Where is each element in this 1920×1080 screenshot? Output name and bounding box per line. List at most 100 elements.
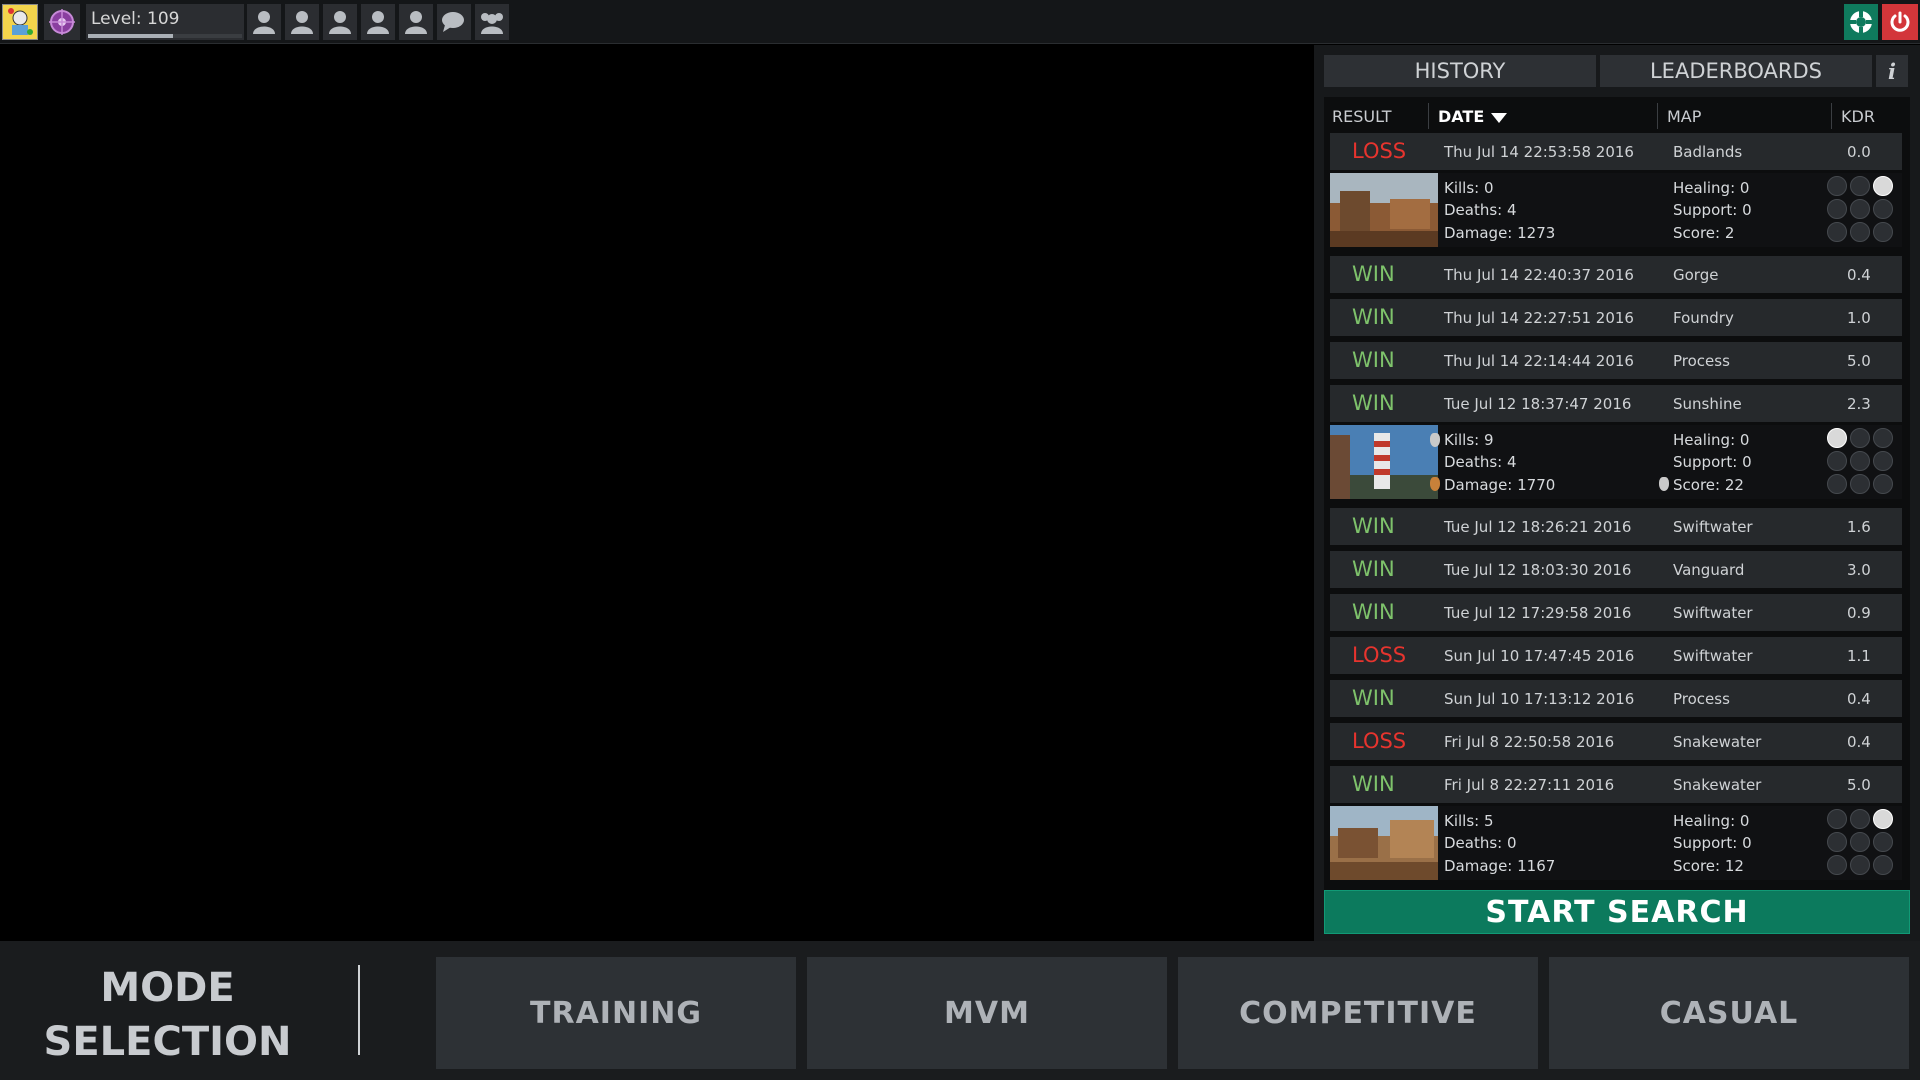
table-row[interactable]: WIN Thu Jul 14 22:14:44 2016 Process 5.0 <box>1330 342 1902 379</box>
column-kdr[interactable]: KDR <box>1841 107 1875 126</box>
stat-kills: Kills: 5 <box>1444 812 1494 830</box>
table-row[interactable]: WIN Tue Jul 12 18:03:30 2016 Vanguard 3.0 <box>1330 551 1902 588</box>
match-result: WIN <box>1352 772 1395 796</box>
tab-history[interactable]: HISTORY <box>1324 55 1596 87</box>
match-date: Thu Jul 14 22:40:37 2016 <box>1444 266 1634 284</box>
match-history-panel: HISTORY LEADERBOARDS i RESULT DATE MAP K… <box>1314 45 1920 941</box>
class-icon <box>1827 832 1847 852</box>
match-result: WIN <box>1352 262 1395 286</box>
class-grid <box>1827 428 1895 496</box>
table-row[interactable]: LOSS Fri Jul 8 22:50:58 2016 Snakewater 0.4 <box>1330 723 1902 760</box>
rank-badge-icon[interactable] <box>44 4 80 40</box>
table-row[interactable]: WIN Tue Jul 12 17:29:58 2016 Swiftwater 0.9 <box>1330 594 1902 631</box>
match-kdr: 5.0 <box>1847 352 1871 370</box>
sort-descending-icon <box>1490 112 1507 123</box>
class-icon <box>1850 222 1870 242</box>
class-icon <box>1850 809 1870 829</box>
map-thumbnail <box>1330 806 1438 880</box>
start-search-button[interactable]: START SEARCH <box>1324 890 1910 934</box>
table-row[interactable]: WIN Thu Jul 14 22:40:37 2016 Gorge 0.4 <box>1330 256 1902 293</box>
medal-icon <box>1430 477 1440 491</box>
mode-casual-button[interactable]: CASUAL <box>1549 957 1909 1069</box>
match-map: Snakewater <box>1673 776 1762 794</box>
level-progress-bar <box>88 34 242 38</box>
stat-healing: Healing: 0 <box>1673 179 1750 197</box>
class-icon <box>1850 855 1870 875</box>
match-date: Fri Jul 8 22:50:58 2016 <box>1444 733 1615 751</box>
match-date: Fri Jul 8 22:27:11 2016 <box>1444 776 1615 794</box>
mode-title-line2: SELECTION <box>43 1019 292 1065</box>
party-icon[interactable] <box>475 4 509 40</box>
match-kdr: 1.1 <box>1847 647 1871 665</box>
medal-icon <box>1659 477 1669 491</box>
top-bar: Level: 109 <box>0 0 1920 44</box>
player-avatar[interactable] <box>2 4 38 40</box>
match-map: Sunshine <box>1673 395 1742 413</box>
class-icon <box>1850 474 1870 494</box>
class-icon <box>1827 451 1847 471</box>
person-icon[interactable] <box>361 4 395 40</box>
match-date: Sun Jul 10 17:13:12 2016 <box>1444 690 1635 708</box>
match-map: Process <box>1673 690 1730 708</box>
map-thumbnail <box>1330 425 1438 499</box>
match-result: WIN <box>1352 391 1395 415</box>
history-list[interactable]: RESULT DATE MAP KDR LOSS Thu Jul 14 22:53… <box>1324 97 1910 909</box>
person-icon[interactable] <box>323 4 357 40</box>
class-icon <box>1873 428 1893 448</box>
table-row[interactable]: WIN Tue Jul 12 18:26:21 2016 Swiftwater 1.6 <box>1330 508 1902 545</box>
stat-score: Score: 12 <box>1673 857 1744 875</box>
mode-training-button[interactable]: TRAINING <box>436 957 796 1069</box>
match-date: Tue Jul 12 18:26:21 2016 <box>1444 518 1632 536</box>
divider <box>358 965 360 1055</box>
level-display[interactable]: Level: 109 <box>86 4 244 40</box>
tab-leaderboards[interactable]: LEADERBOARDS <box>1600 55 1872 87</box>
match-kdr: 0.4 <box>1847 266 1871 284</box>
match-date: Thu Jul 14 22:53:58 2016 <box>1444 143 1634 161</box>
column-divider <box>1657 103 1658 129</box>
stat-healing: Healing: 0 <box>1673 431 1750 449</box>
column-map[interactable]: MAP <box>1667 107 1701 126</box>
match-map: Foundry <box>1673 309 1734 327</box>
match-date: Tue Jul 12 17:29:58 2016 <box>1444 604 1632 622</box>
class-grid <box>1827 176 1895 244</box>
chat-icon[interactable] <box>437 4 471 40</box>
match-result: WIN <box>1352 514 1395 538</box>
class-icon <box>1827 222 1847 242</box>
class-icon <box>1850 451 1870 471</box>
info-icon[interactable]: i <box>1876 55 1908 87</box>
column-date-label: DATE <box>1438 107 1485 126</box>
stat-damage: Damage: 1167 <box>1444 857 1556 875</box>
lifebuoy-icon[interactable] <box>1844 4 1878 40</box>
stat-support: Support: 0 <box>1673 834 1752 852</box>
class-icon <box>1873 199 1893 219</box>
match-kdr: 0.9 <box>1847 604 1871 622</box>
table-row[interactable]: WIN Fri Jul 8 22:27:11 2016 Snakewater 5.0 <box>1330 766 1902 803</box>
match-date: Thu Jul 14 22:27:51 2016 <box>1444 309 1634 327</box>
power-icon[interactable] <box>1882 4 1918 40</box>
class-icon <box>1827 474 1847 494</box>
match-map: Process <box>1673 352 1730 370</box>
match-map: Swiftwater <box>1673 604 1753 622</box>
column-result[interactable]: RESULT <box>1332 107 1392 126</box>
match-result: WIN <box>1352 305 1395 329</box>
mode-competitive-button[interactable]: COMPETITIVE <box>1178 957 1538 1069</box>
match-date: Tue Jul 12 18:03:30 2016 <box>1444 561 1632 579</box>
class-icon <box>1873 474 1893 494</box>
match-result: LOSS <box>1352 139 1407 163</box>
table-row[interactable]: WIN Tue Jul 12 18:37:47 2016 Sunshine 2.3 <box>1330 385 1902 422</box>
class-icon <box>1873 222 1893 242</box>
person-icon[interactable] <box>399 4 433 40</box>
match-map: Badlands <box>1673 143 1743 161</box>
table-row[interactable]: LOSS Sun Jul 10 17:47:45 2016 Swiftwater 1.… <box>1330 637 1902 674</box>
class-icon <box>1827 176 1847 196</box>
table-row[interactable]: WIN Thu Jul 14 22:27:51 2016 Foundry 1.0 <box>1330 299 1902 336</box>
class-icon <box>1827 809 1847 829</box>
match-detail: Kills: 9 Deaths: 4 Damage: 1770 Healing: 0 S… <box>1330 425 1902 499</box>
person-icon[interactable] <box>247 4 281 40</box>
table-row[interactable]: LOSS Thu Jul 14 22:53:58 2016 Badlands 0.0 <box>1330 133 1902 170</box>
column-date[interactable]: DATE <box>1438 107 1508 126</box>
person-icon[interactable] <box>285 4 319 40</box>
mode-mvm-button[interactable]: MVM <box>807 957 1167 1069</box>
table-row[interactable]: WIN Sun Jul 10 17:13:12 2016 Process 0.4 <box>1330 680 1902 717</box>
stat-damage: Damage: 1273 <box>1444 224 1556 242</box>
